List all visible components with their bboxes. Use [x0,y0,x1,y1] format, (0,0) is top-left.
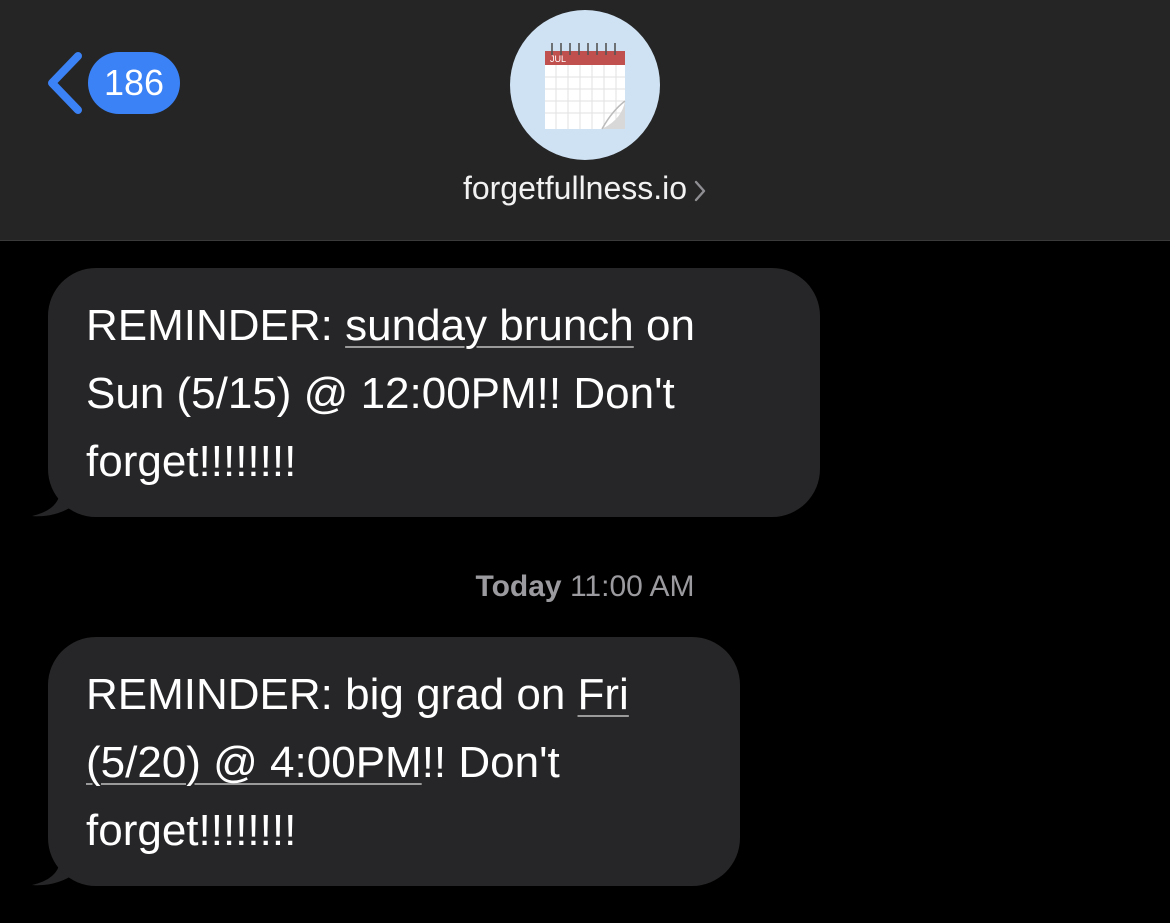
chevron-right-icon [694,180,706,201]
message-bubble[interactable]: REMINDER: big grad on Fri (5/20) @ 4:00P… [48,637,740,886]
message-timestamp: Today 11:00 AM [0,570,1170,604]
event-link[interactable]: sunday brunch [345,301,634,350]
timestamp-day: Today [475,570,562,603]
conversation-header: 186 JUL forgetfullness.io [0,0,1170,241]
contact-name-button[interactable]: forgetfullness.io [0,170,1170,207]
message-bubble[interactable]: REMINDER: sunday brunch on Sun (5/15) @ … [48,268,820,517]
chevron-left-icon [48,52,82,114]
timestamp-time: 11:00 AM [569,570,695,603]
calendar-month-label: JUL [550,54,566,64]
message-text: REMINDER: [86,301,346,350]
message-text: REMINDER: big grad on [86,670,578,719]
calendar-icon: JUL [545,43,626,130]
unread-count-badge: 186 [88,52,180,114]
avatar[interactable]: JUL [510,10,660,160]
back-button[interactable]: 186 [44,50,180,116]
contact-name: forgetfullness.io [462,170,688,206]
